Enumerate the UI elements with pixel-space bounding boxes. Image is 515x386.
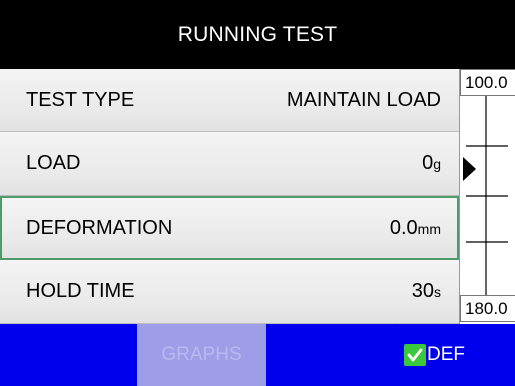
page-title: RUNNING TEST — [177, 22, 338, 46]
load-scale: 100.0 180.0 — [459, 69, 515, 324]
value-text: MAINTAIN LOAD — [286, 88, 441, 111]
scale-axis — [463, 96, 508, 295]
scale-top-label: 100.0 — [460, 69, 515, 96]
row-value: 30 s — [412, 280, 441, 303]
graphs-button[interactable]: GRAPHS — [137, 324, 266, 386]
row-label: DEFORMATION — [26, 216, 173, 239]
row-value: 0.0 mm — [390, 217, 441, 240]
row-hold-time[interactable]: HOLD TIME 30 s — [0, 260, 459, 324]
unit-text: s — [434, 284, 441, 300]
def-button[interactable]: DEF — [404, 324, 515, 386]
row-test-type[interactable]: TEST TYPE MAINTAIN LOAD — [0, 69, 459, 132]
row-deformation[interactable]: DEFORMATION 0.0 mm — [0, 196, 459, 260]
triangle-right-icon — [463, 157, 476, 181]
row-value: 0g — [422, 152, 441, 175]
title-bar: RUNNING TEST — [0, 0, 515, 69]
toolbar-divider — [395, 324, 396, 386]
row-label: TEST TYPE — [26, 88, 135, 111]
row-load[interactable]: LOAD 0g — [0, 132, 459, 196]
parameter-list: TEST TYPE MAINTAIN LOAD LOAD 0g DEFORMAT… — [0, 69, 459, 324]
row-value: MAINTAIN LOAD — [287, 89, 441, 112]
bottom-toolbar: GRAPHS DEF — [0, 324, 515, 386]
check-icon — [404, 344, 426, 366]
value-text: 30 — [411, 280, 434, 302]
value-text: 0 — [422, 152, 434, 174]
row-label: HOLD TIME — [26, 280, 135, 302]
row-label: LOAD — [26, 152, 81, 174]
scale-bottom-label: 180.0 — [460, 295, 515, 322]
def-label: DEF — [427, 344, 465, 365]
value-text: 0.0 — [389, 216, 418, 239]
unit-text: g — [433, 156, 441, 172]
unit-text: mm — [417, 220, 441, 237]
